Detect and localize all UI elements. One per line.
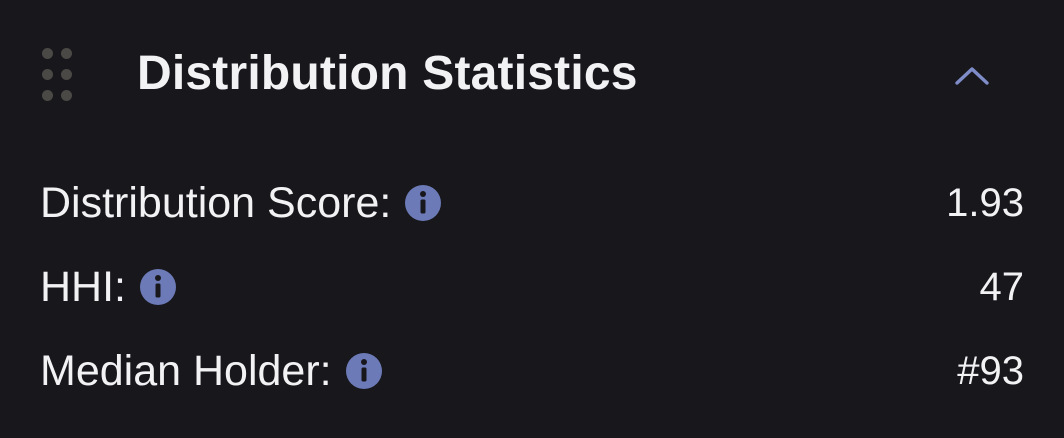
stat-row-distribution-score: Distribution Score: 1.93 <box>40 170 1024 254</box>
stat-value: #93 <box>957 349 1024 393</box>
stats-list: Distribution Score: 1.93 HHI: 47 Median … <box>40 170 1024 422</box>
stat-value: 1.93 <box>946 181 1024 225</box>
info-icon[interactable] <box>403 183 443 223</box>
stat-label: Distribution Score: <box>40 179 392 227</box>
info-icon[interactable] <box>344 351 384 391</box>
drag-handle-icon[interactable] <box>42 48 72 102</box>
chevron-up-icon <box>955 67 989 85</box>
panel-header: Distribution Statistics <box>0 30 1064 120</box>
panel-title: Distribution Statistics <box>137 47 638 100</box>
distribution-statistics-panel: Distribution Statistics Distribution Sco… <box>0 0 1064 438</box>
stat-row-hhi: HHI: 47 <box>40 254 1024 338</box>
stat-label: HHI: <box>40 263 126 311</box>
stat-value: 47 <box>979 265 1025 309</box>
stat-row-median-holder: Median Holder: #93 <box>40 338 1024 422</box>
stat-label: Median Holder: <box>40 347 332 395</box>
info-icon[interactable] <box>138 267 178 307</box>
collapse-button[interactable] <box>944 50 1000 100</box>
